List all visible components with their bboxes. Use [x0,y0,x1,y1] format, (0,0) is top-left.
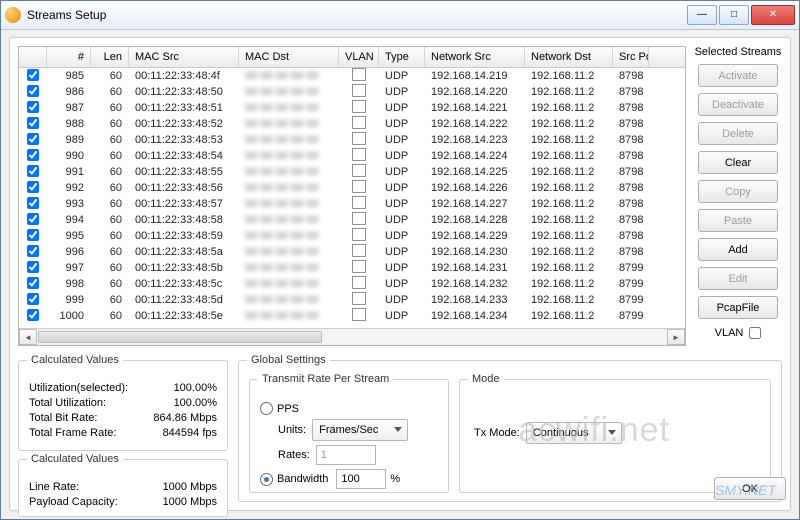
delete-button[interactable]: Delete [698,122,778,145]
pps-radio[interactable]: PPS [260,402,438,415]
vlan-cell-checkbox[interactable] [352,100,366,113]
table-row[interactable]: 9986000:11:22:33:48:5c00 00 00 00 00UDP1… [19,276,685,292]
minimize-button[interactable]: — [687,5,717,25]
scroll-thumb[interactable] [38,331,322,343]
rates-input[interactable]: 1 [316,445,376,465]
col-net-dst[interactable]: Network Dst [525,47,613,67]
table-row[interactable]: 9946000:11:22:33:48:5800 00 00 00 00UDP1… [19,212,685,228]
table-row[interactable]: 9866000:11:22:33:48:5000 00 00 00 00UDP1… [19,84,685,100]
global-title: Global Settings [247,354,330,366]
row-checkbox[interactable] [27,309,39,321]
calculated-values-2: Calculated Values Line Rate:1000 Mbps Pa… [18,459,228,517]
pcapfile-button[interactable]: PcapFile [698,296,778,319]
vlan-cell-checkbox[interactable] [352,212,366,225]
table-row[interactable]: 9856000:11:22:33:48:4f00 00 00 00 00UDP1… [19,68,685,84]
col-len[interactable]: Len [91,47,129,67]
paste-button[interactable]: Paste [698,209,778,232]
col-num[interactable]: # [47,47,91,67]
vlan-cell-checkbox[interactable] [352,196,366,209]
table-row[interactable]: 9976000:11:22:33:48:5b00 00 00 00 00UDP1… [19,260,685,276]
col-net-src[interactable]: Network Src [425,47,525,67]
vlan-label: VLAN [715,327,744,339]
table-row[interactable]: 9906000:11:22:33:48:5400 00 00 00 00UDP1… [19,148,685,164]
window: Streams Setup — □ ✕ # Len MAC Src MAC Ds… [0,0,800,520]
calc1-title: Calculated Values [27,354,123,366]
mode-group: Mode Tx Mode: Continuous [459,379,771,493]
vlan-cell-checkbox[interactable] [352,180,366,193]
col-mac-src[interactable]: MAC Src [129,47,239,67]
row-checkbox[interactable] [27,277,39,289]
vlan-checkbox[interactable] [749,327,761,339]
row-checkbox[interactable] [27,149,39,161]
row-checkbox[interactable] [27,101,39,113]
row-checkbox[interactable] [27,165,39,177]
row-checkbox[interactable] [27,213,39,225]
vlan-cell-checkbox[interactable] [352,244,366,257]
table-row[interactable]: 9996000:11:22:33:48:5d00 00 00 00 00UDP1… [19,292,685,308]
row-checkbox[interactable] [27,197,39,209]
row-checkbox[interactable] [27,181,39,193]
table-row[interactable]: 10006000:11:22:33:48:5e00 00 00 00 00UDP… [19,308,685,324]
bandwidth-input[interactable]: 100 [336,469,386,489]
vlan-cell-checkbox[interactable] [352,276,366,289]
row-checkbox[interactable] [27,69,39,81]
row-checkbox[interactable] [27,85,39,97]
close-button[interactable]: ✕ [751,5,795,25]
col-mac-dst[interactable]: MAC Dst [239,47,339,67]
clear-button[interactable]: Clear [698,151,778,174]
txmode-combo[interactable]: Continuous [526,422,622,444]
bandwidth-radio[interactable]: Bandwidth 100 % [260,469,438,489]
streams-table[interactable]: # Len MAC Src MAC Dst VLAN Type Network … [18,46,686,346]
table-row[interactable]: 9876000:11:22:33:48:5100 00 00 00 00UDP1… [19,100,685,116]
vlan-cell-checkbox[interactable] [352,132,366,145]
table-row[interactable]: 9886000:11:22:33:48:5200 00 00 00 00UDP1… [19,116,685,132]
row-checkbox[interactable] [27,229,39,241]
table-row[interactable]: 9926000:11:22:33:48:5600 00 00 00 00UDP1… [19,180,685,196]
row-checkbox[interactable] [27,117,39,129]
window-title: Streams Setup [27,8,106,22]
vlan-cell-checkbox[interactable] [352,164,366,177]
side-panel: Selected Streams Activate Deactivate Del… [694,46,782,346]
table-row[interactable]: 9896000:11:22:33:48:5300 00 00 00 00UDP1… [19,132,685,148]
side-title: Selected Streams [695,46,782,58]
titlebar[interactable]: Streams Setup — □ ✕ [1,1,799,30]
scroll-right-icon[interactable]: ► [667,329,685,345]
add-button[interactable]: Add [698,238,778,261]
ok-button[interactable]: OK [714,477,786,500]
transmit-rate-group: Transmit Rate Per Stream PPS Units:Frame… [249,379,449,493]
vlan-cell-checkbox[interactable] [352,260,366,273]
scroll-left-icon[interactable]: ◄ [19,329,37,345]
vlan-cell-checkbox[interactable] [352,68,366,81]
calculated-values-1: Calculated Values Utilization(selected):… [18,360,228,451]
vlan-cell-checkbox[interactable] [352,84,366,97]
deactivate-button[interactable]: Deactivate [698,93,778,116]
maximize-button[interactable]: □ [719,5,749,25]
units-combo[interactable]: Frames/Sec [312,419,408,441]
col-src-port[interactable]: Src Po [613,47,649,67]
global-settings: Global Settings Transmit Rate Per Stream… [238,360,782,502]
copy-button[interactable]: Copy [698,180,778,203]
table-header[interactable]: # Len MAC Src MAC Dst VLAN Type Network … [19,47,685,68]
table-row[interactable]: 9956000:11:22:33:48:5900 00 00 00 00UDP1… [19,228,685,244]
row-checkbox[interactable] [27,245,39,257]
vlan-cell-checkbox[interactable] [352,116,366,129]
table-row[interactable]: 9966000:11:22:33:48:5a00 00 00 00 00UDP1… [19,244,685,260]
vlan-cell-checkbox[interactable] [352,308,366,321]
vlan-cell-checkbox[interactable] [352,148,366,161]
col-type[interactable]: Type [379,47,425,67]
row-checkbox[interactable] [27,261,39,273]
edit-button[interactable]: Edit [698,267,778,290]
table-row[interactable]: 9936000:11:22:33:48:5700 00 00 00 00UDP1… [19,196,685,212]
vlan-cell-checkbox[interactable] [352,292,366,305]
table-row[interactable]: 9916000:11:22:33:48:5500 00 00 00 00UDP1… [19,164,685,180]
app-icon [5,7,21,23]
row-checkbox[interactable] [27,293,39,305]
vlan-cell-checkbox[interactable] [352,228,366,241]
horizontal-scrollbar[interactable]: ◄ ► [19,328,685,345]
activate-button[interactable]: Activate [698,64,778,87]
row-checkbox[interactable] [27,133,39,145]
col-vlan[interactable]: VLAN [339,47,379,67]
calc2-title: Calculated Values [27,453,123,465]
